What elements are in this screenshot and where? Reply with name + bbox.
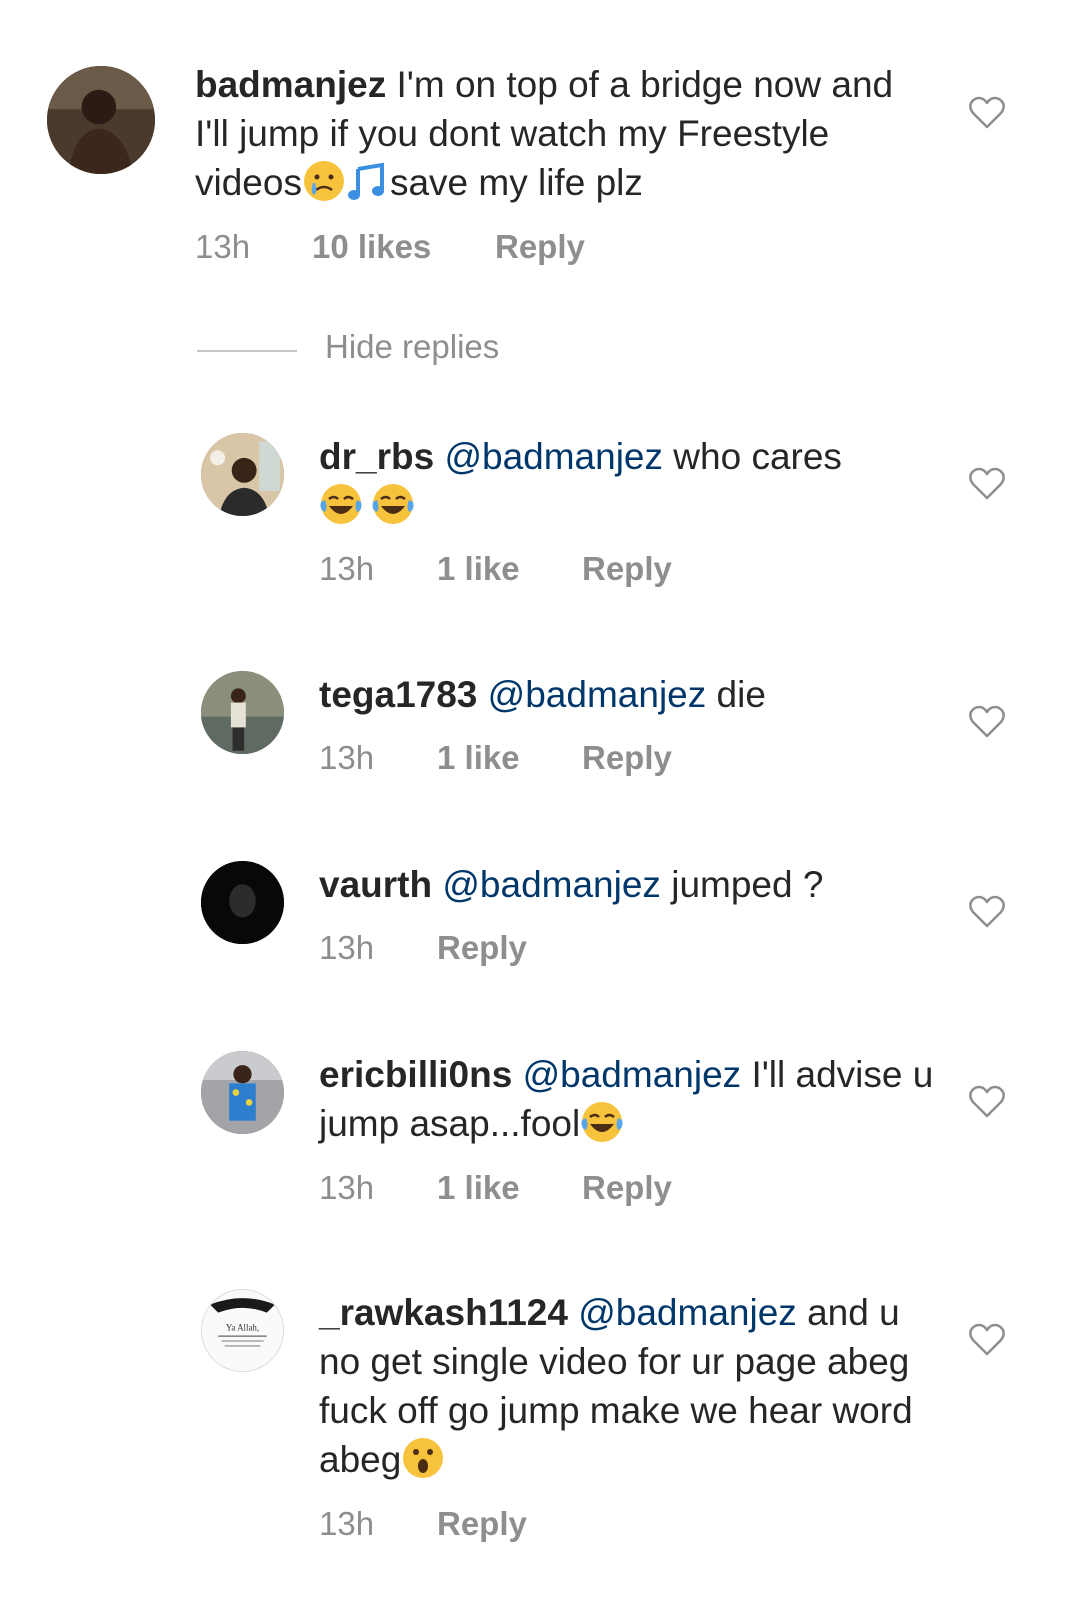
reply-meta: 13h 1 like Reply <box>319 739 672 777</box>
reply-likes[interactable]: 1 like <box>437 739 582 777</box>
avatar-photo: Ya Allah, <box>202 1290 283 1371</box>
reply-meta: 13h Reply <box>319 929 527 967</box>
reply-button[interactable]: Reply <box>437 929 527 967</box>
avatar-tega1783[interactable] <box>201 671 284 754</box>
reply-time: 13h <box>319 1505 375 1542</box>
heart-outline-icon[interactable] <box>968 467 1006 501</box>
tears-of-joy-icon <box>320 484 362 524</box>
astonished-face-icon <box>403 1438 444 1478</box>
avatar-photo <box>201 861 284 944</box>
reply-time: 13h <box>319 739 375 776</box>
reply-likes[interactable]: 1 like <box>437 550 582 588</box>
reply-time: 13h <box>319 550 375 587</box>
heart-outline-icon[interactable] <box>968 705 1006 739</box>
avatar-dr_rbs[interactable] <box>201 433 284 516</box>
reply-time: 13h <box>319 1169 375 1206</box>
mention-link[interactable]: @badmanjez <box>488 674 707 715</box>
divider <box>197 350 297 352</box>
musical-note-icon <box>347 162 384 200</box>
reply-button[interactable]: Reply <box>582 739 672 777</box>
avatar-photo <box>201 433 284 516</box>
reply-button[interactable]: Reply <box>582 550 672 588</box>
reply-likes[interactable]: 1 like <box>437 1169 582 1207</box>
comment-text: badmanjez I'm on top of a bridge now and… <box>195 64 894 203</box>
reply-text: tega1783 @badmanjez die <box>319 674 766 715</box>
reply-username[interactable]: _rawkash1124 <box>319 1292 568 1333</box>
heart-outline-icon[interactable] <box>968 1323 1006 1357</box>
reply-meta: 13h 1 like Reply <box>319 550 672 588</box>
comment-username[interactable]: badmanjez <box>195 64 386 105</box>
avatar-badmanjez[interactable] <box>47 66 155 174</box>
tears-of-joy-icon <box>581 1102 623 1142</box>
comment-likes[interactable]: 10 likes <box>312 228 495 266</box>
avatar-photo <box>47 66 155 174</box>
mention-link[interactable]: @badmanjez <box>444 436 663 477</box>
heart-outline-icon[interactable] <box>968 895 1006 929</box>
reply-username[interactable]: ericbilli0ns <box>319 1054 512 1095</box>
reply-username[interactable]: tega1783 <box>319 674 477 715</box>
tears-of-joy-icon <box>372 484 414 524</box>
comment-meta: 13h 10 likes Reply <box>195 228 585 266</box>
reply-button[interactable]: Reply <box>437 1505 527 1543</box>
reply-meta: 13h 1 like Reply <box>319 1169 672 1207</box>
heart-outline-icon[interactable] <box>968 1085 1006 1119</box>
crying-face-icon <box>303 161 344 201</box>
comment-time: 13h <box>195 228 251 265</box>
avatar-caption: Ya Allah, <box>226 1323 259 1333</box>
mention-link[interactable]: @badmanjez <box>523 1054 742 1095</box>
reply-button[interactable]: Reply <box>582 1169 672 1207</box>
reply-text: _rawkash1124 @badmanjez and u no get sin… <box>319 1292 913 1480</box>
avatar-ericbilli0ns[interactable] <box>201 1051 284 1134</box>
avatar-photo <box>201 671 284 754</box>
reply-username[interactable]: dr_rbs <box>319 436 434 477</box>
reply-text: dr_rbs @badmanjez who cares <box>319 432 919 530</box>
mention-link[interactable]: @badmanjez <box>442 864 661 905</box>
reply-username[interactable]: vaurth <box>319 864 432 905</box>
reply-time: 13h <box>319 929 375 966</box>
reply-button[interactable]: Reply <box>495 228 585 266</box>
reply-text: ericbilli0ns @badmanjez I'll advise u ju… <box>319 1054 934 1144</box>
avatar-photo <box>201 1051 284 1134</box>
hide-replies-label[interactable]: Hide replies <box>325 328 499 366</box>
avatar-vaurth[interactable] <box>201 861 284 944</box>
mention-link[interactable]: @badmanjez <box>578 1292 797 1333</box>
heart-outline-icon[interactable] <box>968 96 1006 130</box>
avatar-_rawkash1124[interactable]: Ya Allah, <box>201 1289 284 1372</box>
reply-meta: 13h Reply <box>319 1505 527 1543</box>
reply-text: vaurth @badmanjez jumped ? <box>319 864 824 905</box>
